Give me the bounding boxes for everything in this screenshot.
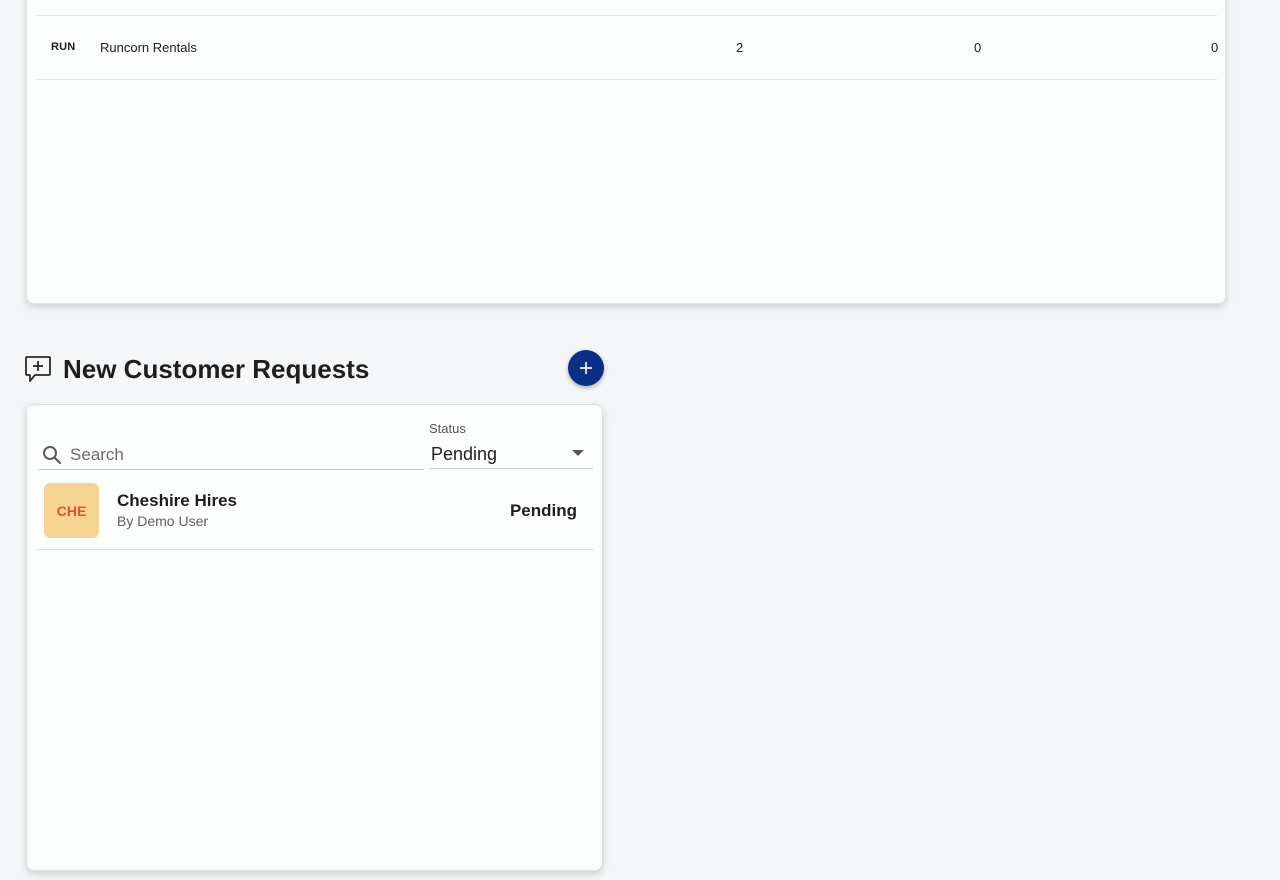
section-title: New Customer Requests [63,354,370,384]
search-icon [43,446,62,465]
status-value: Pending [431,444,498,464]
add-request-button[interactable] [568,350,604,386]
row-value-2: 0 [974,40,982,55]
requests-section-header: New Customer Requests [24,350,604,388]
item-title: Cheshire Hires [117,491,237,510]
table-row[interactable]: RUN Runcorn Rentals 2 0 0 [36,16,1219,80]
row-code: RUN [51,41,76,53]
list-item[interactable]: CHE Cheshire Hires By Demo User Pending [36,475,594,550]
status-label: Status [429,421,466,436]
requests-card: Status Pending CHE Cheshire Hires By Dem… [26,404,603,871]
page: RUN Runcorn Rentals 2 0 0 New Customer R… [0,0,1280,880]
search-input[interactable] [70,443,410,467]
row-value-1: 2 [736,40,744,55]
status-select[interactable]: Status Pending [429,421,593,469]
avatar: CHE [44,483,99,538]
add-comment-icon [24,354,52,384]
search-field [38,441,424,470]
caret-down-icon [572,450,584,456]
row-name: Runcorn Rentals [100,40,197,55]
item-subtitle: By Demo User [117,513,209,529]
row-value-3: 0 [1211,40,1219,55]
status-badge: Pending [509,501,577,520]
plus-icon [580,362,592,374]
accounts-table-card: RUN Runcorn Rentals 2 0 0 [26,0,1226,304]
